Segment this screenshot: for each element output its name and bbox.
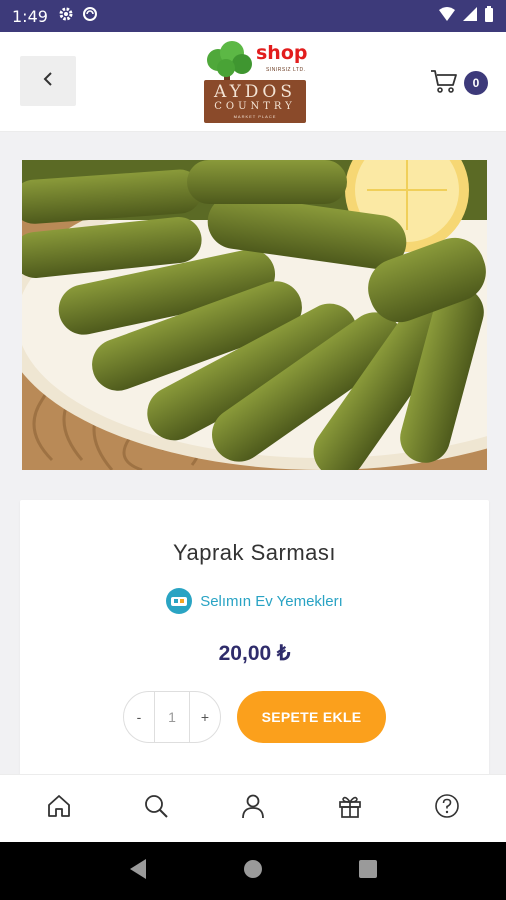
help-icon — [434, 793, 460, 824]
battery-icon — [484, 5, 494, 27]
triangle-back-icon — [128, 858, 148, 885]
seller-link[interactable]: Selımın Ev Yemeklerı — [20, 588, 489, 614]
product-image — [22, 160, 487, 470]
add-to-cart-button[interactable]: SEPETE EKLE — [237, 691, 386, 743]
product-price: 20,00 ₺ — [218, 642, 291, 665]
logo-small-text: MARKET PLACE — [233, 114, 277, 119]
back-button[interactable] — [20, 56, 76, 106]
nav-item-home[interactable] — [29, 779, 89, 839]
status-time: 1:49 — [12, 6, 48, 26]
logo-board: AYDOS COUNTRY MARKET PLACE — [204, 80, 306, 123]
square-recents-icon — [358, 859, 378, 884]
seller-name[interactable]: Selımın Ev Yemeklerı — [200, 593, 343, 610]
quantity-stepper[interactable]: - 1 + — [123, 691, 221, 743]
quantity-value[interactable]: 1 — [154, 692, 190, 742]
status-bar: 1:49 — [0, 0, 506, 32]
system-home-button[interactable] — [233, 851, 273, 891]
nav-item-help[interactable] — [417, 779, 477, 839]
decrement-button[interactable]: - — [124, 692, 154, 742]
cart-button[interactable]: 0 — [430, 66, 492, 100]
nav-item-gifts[interactable] — [320, 779, 380, 839]
user-icon — [240, 793, 266, 824]
circle-home-icon — [243, 859, 263, 884]
cart-icon — [430, 68, 458, 99]
home-icon — [46, 793, 72, 824]
product-card: Yaprak Sarması Selımın Ev Yemeklerı 20,0… — [20, 500, 489, 790]
search-icon — [143, 793, 169, 824]
app-header: shop SINIRSIZ LTD. AYDOS COUNTRY MARKET … — [0, 32, 506, 132]
system-recents-button[interactable] — [348, 851, 388, 891]
logo-shop-text: shop — [256, 42, 308, 64]
product-name: Yaprak Sarması — [172, 540, 337, 565]
nav-item-search[interactable] — [126, 779, 186, 839]
increment-button[interactable]: + — [190, 692, 220, 742]
brand-logo[interactable]: shop SINIRSIZ LTD. AYDOS COUNTRY MARKET … — [204, 40, 308, 126]
signal-icon — [462, 6, 478, 27]
logo-sub-text: SINIRSIZ LTD. — [266, 67, 306, 73]
logo-name-line1: AYDOS — [213, 82, 297, 102]
chevron-left-icon — [40, 71, 56, 92]
system-back-button[interactable] — [118, 851, 158, 891]
circle-icon — [82, 6, 98, 26]
nav-item-account[interactable] — [223, 779, 283, 839]
logo-name-line2: COUNTRY — [214, 101, 296, 112]
gift-icon — [337, 793, 363, 824]
wifi-icon — [438, 6, 456, 27]
bottom-nav — [0, 774, 506, 842]
cart-count-badge: 0 — [464, 71, 488, 95]
seller-avatar — [166, 588, 193, 614]
system-nav-bar — [0, 842, 506, 900]
gear-icon — [58, 6, 74, 26]
